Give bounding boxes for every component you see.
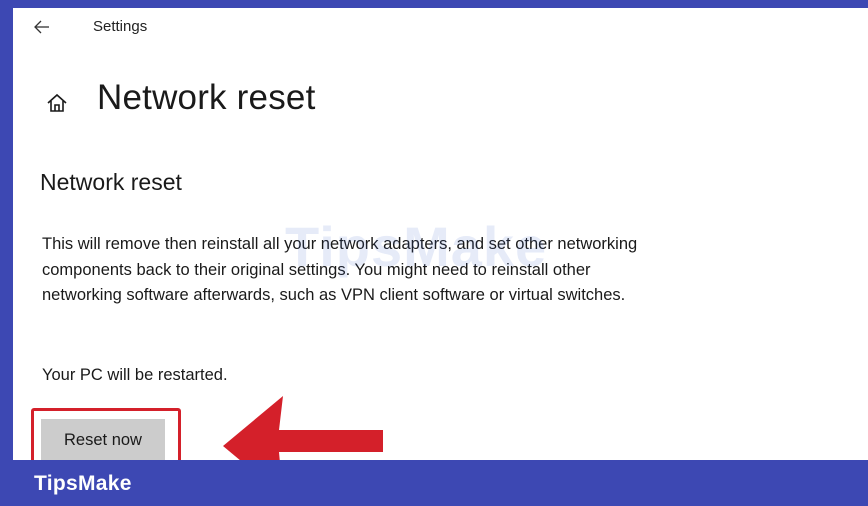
footer-brand: TipsMake bbox=[34, 472, 132, 495]
screenshot-frame: Settings Network reset Network reset Thi… bbox=[0, 0, 868, 506]
page-title: Network reset bbox=[97, 78, 316, 117]
restart-note: Your PC will be restarted. bbox=[42, 366, 228, 384]
red-arrow-icon bbox=[223, 396, 383, 460]
reset-now-button[interactable]: Reset now bbox=[41, 419, 165, 460]
home-icon[interactable] bbox=[46, 92, 68, 114]
app-title: Settings bbox=[93, 18, 148, 35]
settings-window: Settings Network reset Network reset Thi… bbox=[13, 8, 868, 460]
section-heading: Network reset bbox=[40, 169, 182, 195]
back-arrow-icon[interactable] bbox=[33, 18, 51, 36]
reset-description: This will remove then reinstall all your… bbox=[42, 235, 638, 304]
